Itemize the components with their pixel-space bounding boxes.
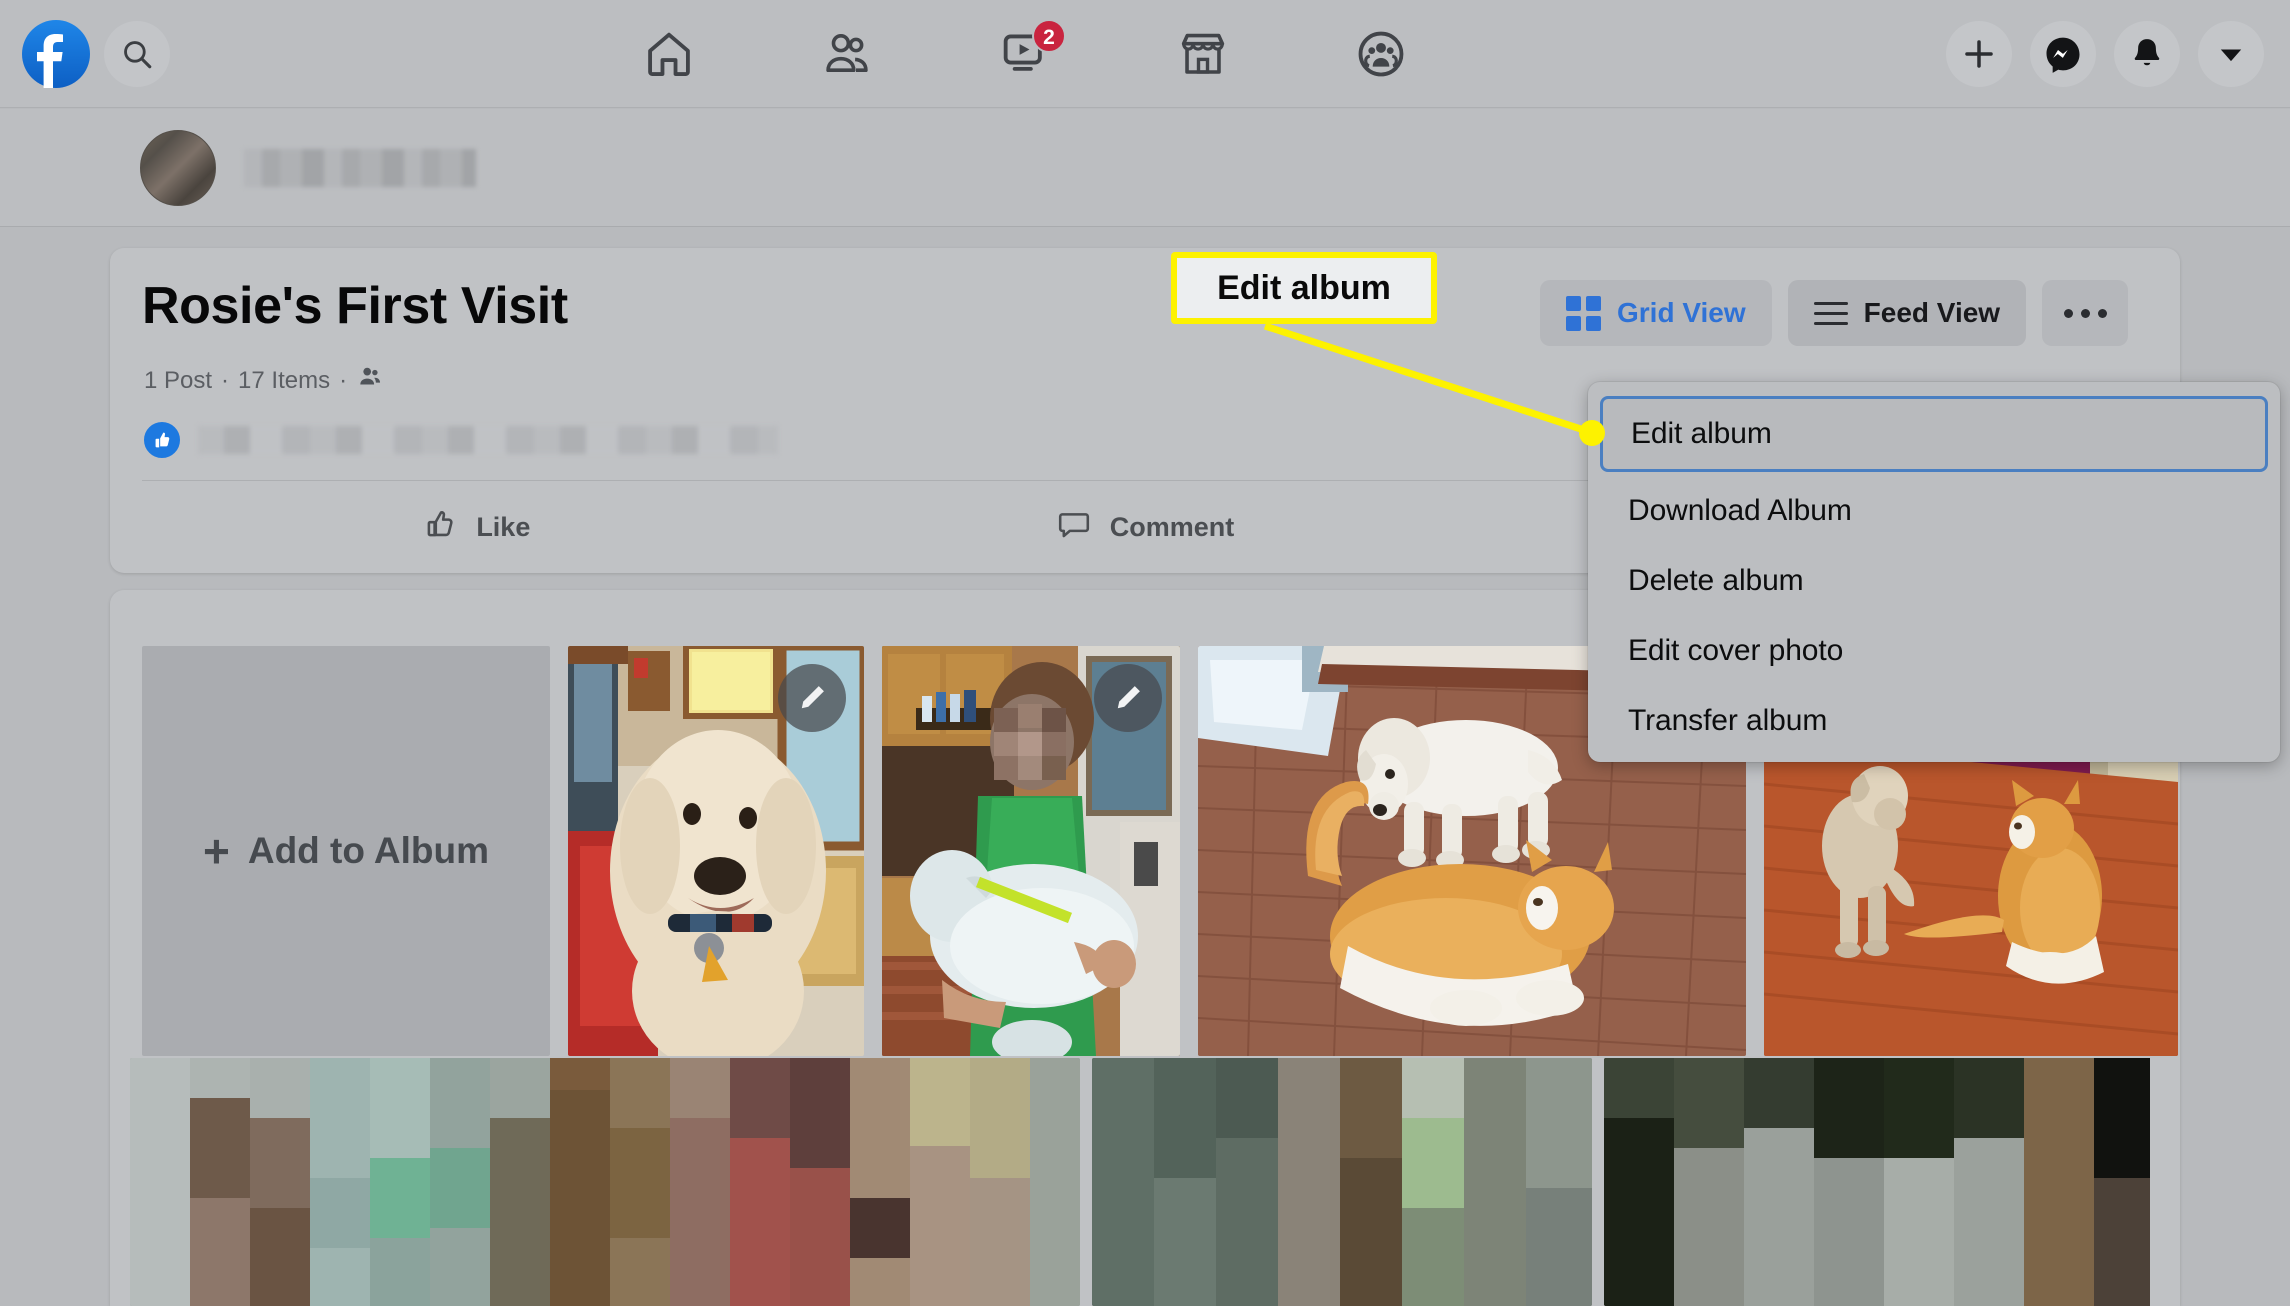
- plus-icon: +: [202, 824, 230, 877]
- meta-separator-2: ·: [339, 366, 348, 394]
- messenger-icon: [2046, 37, 2080, 73]
- facebook-album-page: 2 Rosie's First Visit 1 Post · 17 Items …: [0, 0, 2290, 1306]
- chevron-down-icon: [2220, 49, 2242, 62]
- nav-actions-group: [1946, 0, 2264, 108]
- grid-view-button[interactable]: Grid View: [1540, 280, 1772, 346]
- thumbs-up-badge-icon: [142, 420, 182, 460]
- like-button[interactable]: Like: [142, 496, 811, 558]
- thumbs-up-outline-icon: [422, 506, 458, 549]
- redacted-photo-2[interactable]: [1092, 1058, 1592, 1306]
- photo-person-holding-dog[interactable]: [882, 646, 1180, 1056]
- search-icon: [124, 41, 152, 69]
- feed-view-label: Feed View: [1863, 297, 2001, 328]
- edit-photo-button[interactable]: [778, 664, 846, 732]
- nav-left-group: [22, 0, 170, 108]
- friends-icon: [826, 33, 868, 72]
- account-menu-button[interactable]: [2198, 21, 2264, 87]
- search-button[interactable]: [104, 21, 170, 87]
- photo-labradoodle-portrait[interactable]: [568, 646, 864, 1056]
- like-button-label: Like: [476, 511, 531, 542]
- profile-name-redacted: [244, 148, 476, 187]
- profile-strip: [0, 109, 2290, 227]
- messenger-button[interactable]: [2030, 21, 2096, 87]
- album-post-count: 1 Post: [144, 366, 213, 394]
- friends-privacy-icon[interactable]: [356, 363, 384, 398]
- nav-tab-groups[interactable]: [1292, 11, 1470, 97]
- menu-item-edit-cover-photo[interactable]: Edit cover photo: [1600, 616, 2268, 686]
- comment-button-label: Comment: [1109, 511, 1235, 542]
- hamburger-list-icon: [1813, 301, 1848, 325]
- bell-icon: [2134, 39, 2160, 66]
- nav-tab-watch[interactable]: 2: [936, 11, 1114, 97]
- menu-item-download-album[interactable]: Download Album: [1600, 476, 2268, 546]
- home-icon: [648, 32, 690, 76]
- add-to-album-label: Add to Album: [247, 830, 489, 871]
- notifications-button[interactable]: [2114, 21, 2180, 87]
- page-title: Rosie's First Visit: [142, 277, 568, 335]
- nav-tabs-group: 2: [580, 0, 1470, 108]
- ellipsis-horizontal-icon: [2063, 308, 2107, 318]
- menu-item-edit-album[interactable]: Edit album: [1600, 396, 2268, 472]
- pencil-edit-icon: [1117, 686, 1140, 709]
- redacted-photo-3[interactable]: [1604, 1058, 2150, 1306]
- album-reactions: [142, 420, 778, 460]
- add-to-album-tile[interactable]: + Add to Album: [142, 646, 550, 1056]
- album-item-count: 17 Items: [238, 366, 331, 394]
- meta-separator-1: ·: [221, 366, 230, 394]
- reaction-names-redacted: [198, 426, 778, 454]
- more-options-button[interactable]: [2042, 280, 2129, 346]
- photo-row-redacted: [130, 1058, 2150, 1306]
- nav-tab-marketplace[interactable]: [1114, 11, 1292, 97]
- grid-view-label: Grid View: [1617, 297, 1746, 328]
- watch-notification-badge: 2: [1032, 19, 1066, 53]
- facebook-logo-icon[interactable]: [22, 20, 90, 88]
- create-button[interactable]: [1946, 21, 2012, 87]
- nav-tab-friends[interactable]: [758, 11, 936, 97]
- menu-item-transfer-album[interactable]: Transfer album: [1600, 686, 2268, 756]
- comment-button[interactable]: Comment: [811, 496, 1480, 558]
- menu-item-delete-album[interactable]: Delete album: [1600, 546, 2268, 616]
- top-navigation-bar: 2: [0, 0, 2290, 108]
- pencil-edit-icon: [801, 686, 824, 709]
- avatar[interactable]: [140, 129, 216, 206]
- view-controls: Grid View Feed View: [1540, 280, 2129, 346]
- edit-photo-button[interactable]: [1094, 664, 1162, 732]
- feed-view-button[interactable]: Feed View: [1787, 280, 2027, 346]
- plus-icon: [1965, 40, 1993, 68]
- grid-squares-icon: [1566, 295, 1601, 331]
- album-options-dropdown: Edit album Download Album Delete album E…: [1588, 382, 2280, 762]
- album-meta: 1 Post · 17 Items ·: [144, 363, 384, 398]
- groups-icon: [1358, 31, 1404, 77]
- redacted-photo-1[interactable]: [130, 1058, 1080, 1306]
- marketplace-store-icon: [1181, 33, 1225, 74]
- nav-tab-home[interactable]: [580, 11, 758, 97]
- callout-label: Edit album: [1171, 252, 1437, 324]
- comment-bubble-icon: [1056, 506, 1092, 549]
